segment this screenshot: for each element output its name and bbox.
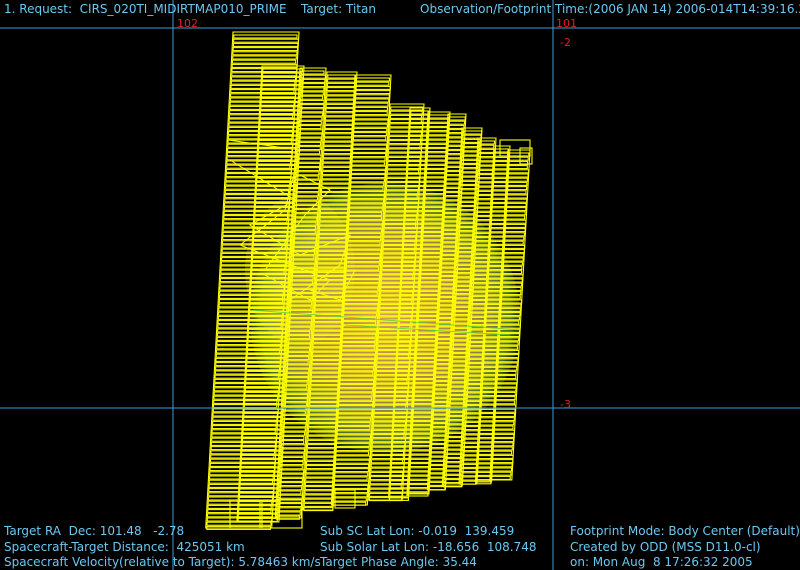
sub-sc-latlon: Sub SC Lat Lon: -0.019 139.459 bbox=[320, 524, 515, 538]
dec-label-top: -2 bbox=[560, 36, 571, 49]
observation-time: Observation/Footprint Time:(2006 JAN 14)… bbox=[420, 2, 800, 16]
phase-angle: Target Phase Angle: 35.44 bbox=[320, 555, 477, 569]
footprint-mode: Footprint Mode: Body Center (Default) bbox=[570, 524, 800, 538]
target-label: Target: Titan bbox=[301, 2, 376, 16]
dec-label-bottom: -3 bbox=[560, 398, 571, 411]
target-radec: Target RA Dec: 101.48 -2.78 bbox=[4, 524, 185, 538]
sub-solar-latlon: Sub Solar Lat Lon: -18.656 108.748 bbox=[320, 540, 537, 554]
ra-label-right: 101 bbox=[556, 17, 577, 30]
target-distance: Spacecraft-Target Distance: 425051 km bbox=[4, 540, 245, 554]
footprint-plot bbox=[0, 0, 800, 570]
created-on: on: Mon Aug 8 17:26:32 2005 bbox=[570, 555, 753, 569]
spacecraft-velocity: Spacecraft Velocity(relative to Target):… bbox=[4, 555, 321, 569]
request-label: 1. Request: CIRS_020TI_MIDIRTMAP010_PRIM… bbox=[4, 2, 287, 16]
created-by: Created by ODD (MSS D11.0-cl) bbox=[570, 540, 761, 554]
ra-label-left: 102 bbox=[177, 17, 198, 30]
